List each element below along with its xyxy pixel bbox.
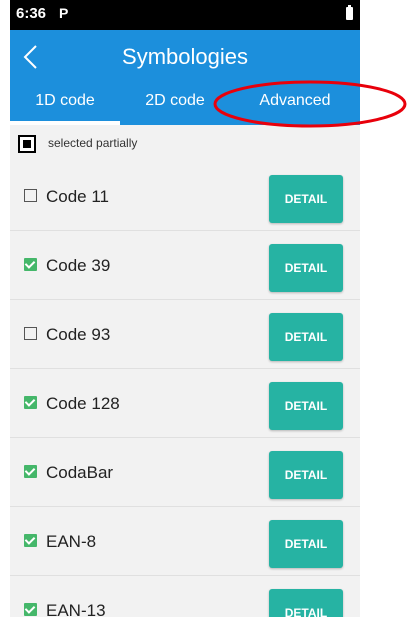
status-bar: 6:36 P (10, 0, 360, 30)
tab-selected-indicator (10, 121, 120, 125)
select-all-checkbox[interactable] (18, 135, 36, 153)
checkbox-unchecked[interactable] (24, 327, 37, 340)
symbology-row: EAN-8 DETAIL (10, 507, 360, 576)
battery-icon (346, 5, 353, 20)
detail-button[interactable]: DETAIL (269, 589, 343, 617)
checkbox-checked[interactable] (24, 258, 37, 271)
symbology-name: Code 93 (46, 325, 111, 344)
app-screen: 6:36 P Symbologies 1D code 2D code Advan… (10, 0, 360, 617)
select-all-label: selected partially (48, 136, 138, 150)
tab-2d-code[interactable]: 2D code (120, 85, 230, 125)
symbology-name: EAN-8 (46, 532, 97, 551)
detail-button[interactable]: DETAIL (269, 520, 343, 568)
symbology-row: Code 11 DETAIL (10, 162, 360, 231)
detail-button[interactable]: DETAIL (269, 382, 343, 430)
tab-advanced[interactable]: Advanced (230, 85, 360, 125)
tab-bar: 1D code 2D code Advanced (10, 85, 360, 125)
checkbox-checked[interactable] (24, 465, 37, 478)
detail-button[interactable]: DETAIL (269, 313, 343, 361)
symbology-row: Code 39 DETAIL (10, 231, 360, 300)
symbology-name: EAN-13 (46, 601, 106, 617)
symbology-row: CodaBar DETAIL (10, 438, 360, 507)
symbology-name: Code 128 (46, 394, 120, 413)
checkbox-unchecked[interactable] (24, 189, 37, 202)
status-time: 6:36 (16, 5, 47, 22)
detail-button[interactable]: DETAIL (269, 451, 343, 499)
tab-1d-code[interactable]: 1D code (10, 85, 120, 125)
symbology-row: Code 128 DETAIL (10, 369, 360, 438)
detail-button[interactable]: DETAIL (269, 175, 343, 223)
symbology-name: CodaBar (46, 463, 114, 482)
checkbox-checked[interactable] (24, 534, 37, 547)
checkbox-checked[interactable] (24, 603, 37, 616)
symbology-name: Code 11 (46, 187, 110, 206)
select-all-row: selected partially (10, 126, 360, 162)
notification-p-icon: P (59, 5, 69, 21)
symbology-name: Code 39 (46, 256, 111, 275)
detail-button[interactable]: DETAIL (269, 244, 343, 292)
symbology-row: Code 93 DETAIL (10, 300, 360, 369)
app-bar: Symbologies (10, 30, 360, 85)
checkbox-checked[interactable] (24, 396, 37, 409)
symbology-row: EAN-13 DETAIL (10, 576, 360, 617)
page-title: Symbologies (122, 44, 248, 69)
